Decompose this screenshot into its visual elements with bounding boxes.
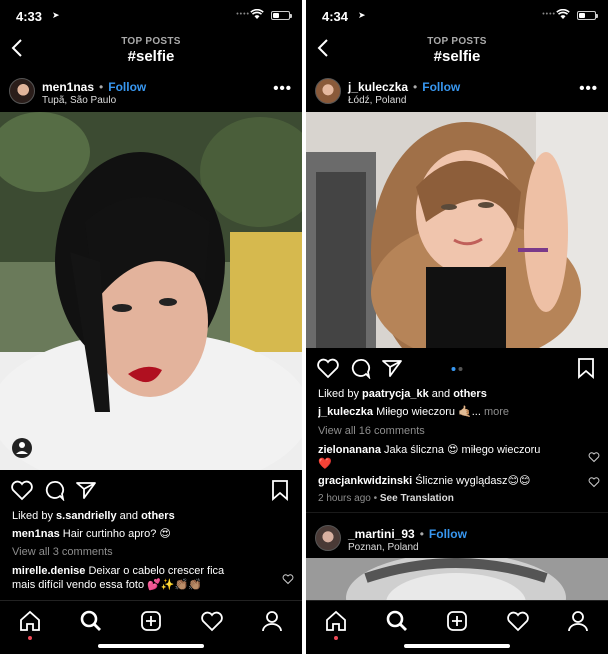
post-photo[interactable] — [306, 112, 608, 348]
like-heart-icon[interactable] — [316, 357, 340, 379]
view-all-comments[interactable]: View all 16 comments — [318, 424, 596, 438]
location-arrow-icon: ➤ — [358, 10, 366, 20]
bookmark-icon[interactable] — [574, 357, 598, 379]
selfie-photo-image — [0, 112, 302, 470]
caption-more-link[interactable]: more — [484, 406, 509, 418]
comment-continued: ❤️ — [318, 458, 332, 470]
share-icon[interactable] — [74, 479, 98, 501]
home-icon[interactable] — [18, 609, 42, 633]
comment-like-icon[interactable] — [282, 573, 294, 585]
search-icon[interactable] — [79, 609, 103, 633]
caption: men1nas Hair curtinho apro? 😍 — [12, 528, 171, 540]
status-bar: 4:33 ➤ •••• — [0, 0, 302, 30]
avatar[interactable] — [315, 78, 341, 104]
comment: gracjankwidzinski Ślicznie wyglądasz😊😊 — [318, 475, 531, 487]
avatar[interactable] — [315, 525, 341, 551]
follow-button[interactable]: Follow — [422, 80, 460, 94]
comment-like-icon[interactable] — [588, 451, 600, 463]
post-location[interactable]: Łódź, Poland — [348, 95, 406, 106]
home-icon[interactable] — [324, 609, 348, 633]
notification-dot — [28, 636, 32, 640]
wifi-icon — [556, 9, 570, 19]
profile-icon[interactable] — [566, 609, 590, 633]
follow-button[interactable]: Follow — [108, 80, 146, 94]
top-nav: TOP POSTS #selfie — [0, 30, 302, 70]
follow-button[interactable]: Follow — [429, 527, 467, 541]
search-icon[interactable] — [385, 609, 409, 633]
post-actions — [0, 475, 302, 505]
nav-title-hashtag: #selfie — [433, 48, 481, 65]
post-actions — [306, 353, 608, 383]
location-arrow-icon: ➤ — [52, 10, 60, 20]
post-username[interactable]: men1nas • Follow — [42, 80, 146, 94]
nav-subtitle: TOP POSTS — [121, 36, 181, 47]
caption: j_kuleczka Miłego wieczoru 🤙🏼... more — [318, 406, 510, 418]
activity-heart-icon[interactable] — [506, 609, 530, 633]
phone-screen-right: 4:34 ➤ •••• TOP POSTS #selfie j_kuleczka… — [306, 0, 608, 654]
notification-dot — [334, 636, 338, 640]
liked-by[interactable]: Liked by paatrycja_kk and others — [318, 387, 596, 401]
comment-like-icon[interactable] — [588, 476, 600, 488]
nav-title-hashtag: #selfie — [127, 48, 175, 65]
like-heart-icon[interactable] — [10, 479, 34, 501]
status-time: 4:33 — [16, 9, 43, 24]
new-post-icon[interactable] — [445, 609, 469, 633]
next-post-header: _martini_93 • Follow Poznan, Poland — [306, 519, 608, 561]
post-username[interactable]: _martini_93 • Follow — [348, 527, 467, 541]
new-post-icon[interactable] — [139, 609, 163, 633]
activity-heart-icon[interactable] — [200, 609, 224, 633]
profile-icon[interactable] — [260, 609, 284, 633]
signal-icon: •••• — [542, 11, 556, 18]
home-indicator — [98, 644, 204, 648]
top-nav: TOP POSTS #selfie — [306, 30, 608, 70]
comment-icon[interactable] — [42, 479, 66, 501]
signal-icon: •••• — [236, 11, 250, 18]
view-all-comments[interactable]: View all 3 comments — [12, 545, 290, 559]
comment-continued: mais difícil vendo essa foto 💕✨👏🏽👏🏽 — [12, 579, 202, 591]
bottom-tab-bar — [306, 600, 608, 654]
bookmark-icon[interactable] — [268, 479, 292, 501]
wifi-icon — [250, 9, 264, 19]
selfie-photo-image — [306, 112, 608, 348]
comment: mirelle.denise Deixar o cabelo crescer f… — [12, 565, 225, 577]
more-options-icon[interactable]: ••• — [273, 80, 292, 97]
bottom-tab-bar — [0, 600, 302, 654]
post-username[interactable]: j_kuleczka • Follow — [348, 80, 460, 94]
home-indicator — [404, 644, 510, 648]
post-header: men1nas • Follow Tupã, São Paulo ••• — [0, 72, 302, 114]
battery-icon — [577, 11, 598, 20]
liked-by[interactable]: Liked by s.sandrielly and others — [12, 509, 290, 523]
post-photo[interactable] — [0, 112, 302, 470]
more-options-icon[interactable]: ••• — [579, 80, 598, 97]
status-bar: 4:34 ➤ •••• — [306, 0, 608, 30]
post-location[interactable]: Tupã, São Paulo — [42, 95, 116, 106]
post-timestamp: 2 hours ago • See Translation — [318, 493, 454, 504]
battery-icon — [271, 11, 292, 20]
share-icon[interactable] — [380, 357, 404, 379]
comment-icon[interactable] — [348, 357, 372, 379]
comment: zielonanana Jaka śliczna 😍 miłego wieczo… — [318, 444, 541, 456]
carousel-indicator — [451, 367, 463, 371]
divider — [306, 512, 608, 513]
avatar[interactable] — [9, 78, 35, 104]
see-translation-link[interactable]: See Translation — [380, 493, 454, 504]
phone-screen-left: 4:33 ➤ •••• TOP POSTS #selfie men1nas • Fo… — [0, 0, 302, 654]
nav-subtitle: TOP POSTS — [427, 36, 487, 47]
post-location[interactable]: Poznan, Poland — [348, 542, 419, 553]
post-header: j_kuleczka • Follow Łódź, Poland ••• — [306, 72, 608, 114]
status-time: 4:34 — [322, 9, 349, 24]
